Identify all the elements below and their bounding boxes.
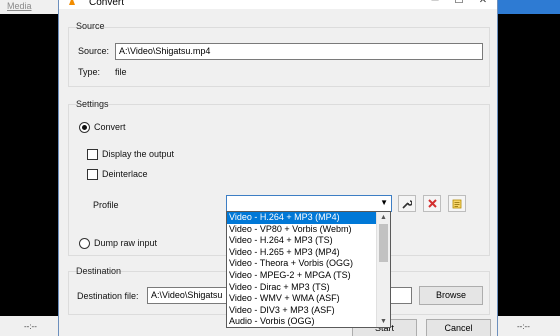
display-output-checkbox[interactable] bbox=[87, 149, 98, 160]
profile-option[interactable]: Video - H.264 + MP3 (MP4) bbox=[227, 212, 390, 224]
profile-option[interactable]: Video - H.265 + MP3 (MP4) bbox=[227, 247, 390, 259]
source-group-label: Source bbox=[76, 21, 105, 31]
scroll-up-icon[interactable]: ▲ bbox=[377, 212, 390, 223]
time-left: --:-- bbox=[24, 322, 37, 331]
profile-option[interactable]: Video - WMV + WMA (ASF) bbox=[227, 293, 390, 305]
minimize-button[interactable]: ─ bbox=[427, 0, 443, 9]
edit-profile-button[interactable] bbox=[398, 195, 416, 212]
time-right: --:-- bbox=[517, 322, 530, 331]
browse-button[interactable]: Browse bbox=[419, 286, 483, 305]
dump-raw-radio[interactable] bbox=[79, 238, 90, 249]
delete-icon bbox=[427, 199, 437, 208]
convert-label: Convert bbox=[94, 122, 126, 132]
vlc-title-strip bbox=[497, 0, 560, 14]
profile-combobox[interactable]: ▼ bbox=[226, 195, 392, 212]
profile-option[interactable]: Video - DIV3 + MP3 (ASF) bbox=[227, 305, 390, 317]
cancel-button[interactable]: Cancel bbox=[426, 319, 491, 336]
vlc-video-area bbox=[497, 14, 560, 336]
deinterlace-label: Deinterlace bbox=[102, 169, 148, 179]
scroll-down-icon[interactable]: ▼ bbox=[377, 316, 390, 327]
close-button[interactable]: ✕ bbox=[475, 0, 491, 9]
dump-raw-label: Dump raw input bbox=[94, 238, 158, 248]
profile-label: Profile bbox=[93, 200, 119, 210]
profile-option[interactable]: Video - H.264 + MP3 (TS) bbox=[227, 235, 390, 247]
chevron-down-icon: ▼ bbox=[380, 198, 388, 207]
profile-option[interactable]: Video - MPEG-2 + MPGA (TS) bbox=[227, 270, 390, 282]
convert-radio[interactable] bbox=[79, 122, 90, 133]
dialog-title: Convert bbox=[89, 0, 125, 8]
new-profile-icon bbox=[452, 199, 462, 209]
profile-option[interactable]: Video - Theora + Vorbis (OGG) bbox=[227, 258, 390, 270]
profile-dropdown-list[interactable]: Video - H.264 + MP3 (MP4) Video - VP80 + … bbox=[226, 211, 391, 328]
vlc-cone-icon bbox=[69, 0, 75, 5]
display-output-label: Display the output bbox=[102, 149, 175, 159]
settings-group-label: Settings bbox=[76, 99, 109, 109]
new-profile-button[interactable] bbox=[448, 195, 466, 212]
dialog-titlebar: Convert ─ ☐ ✕ bbox=[59, 0, 497, 9]
scroll-thumb[interactable] bbox=[379, 224, 388, 262]
type-label: Type: bbox=[78, 67, 101, 77]
destination-file-label: Destination file: bbox=[77, 291, 139, 301]
profile-option[interactable]: Audio - Vorbis (OGG) bbox=[227, 316, 390, 328]
type-value: file bbox=[115, 67, 127, 77]
destination-group-label: Destination bbox=[76, 266, 122, 276]
source-label: Source: bbox=[78, 46, 110, 56]
source-input[interactable]: A:\Video\Shigatsu.mp4 bbox=[115, 43, 483, 60]
deinterlace-checkbox[interactable] bbox=[87, 169, 98, 180]
profile-option[interactable]: Video - Dirac + MP3 (TS) bbox=[227, 282, 390, 294]
menu-media[interactable]: Media bbox=[7, 1, 32, 11]
dropdown-scrollbar[interactable]: ▲ ▼ bbox=[376, 212, 390, 327]
maximize-button[interactable]: ☐ bbox=[451, 0, 467, 9]
delete-profile-button[interactable] bbox=[423, 195, 441, 212]
wrench-icon bbox=[402, 200, 413, 209]
profile-option[interactable]: Video - VP80 + Vorbis (Webm) bbox=[227, 224, 390, 236]
